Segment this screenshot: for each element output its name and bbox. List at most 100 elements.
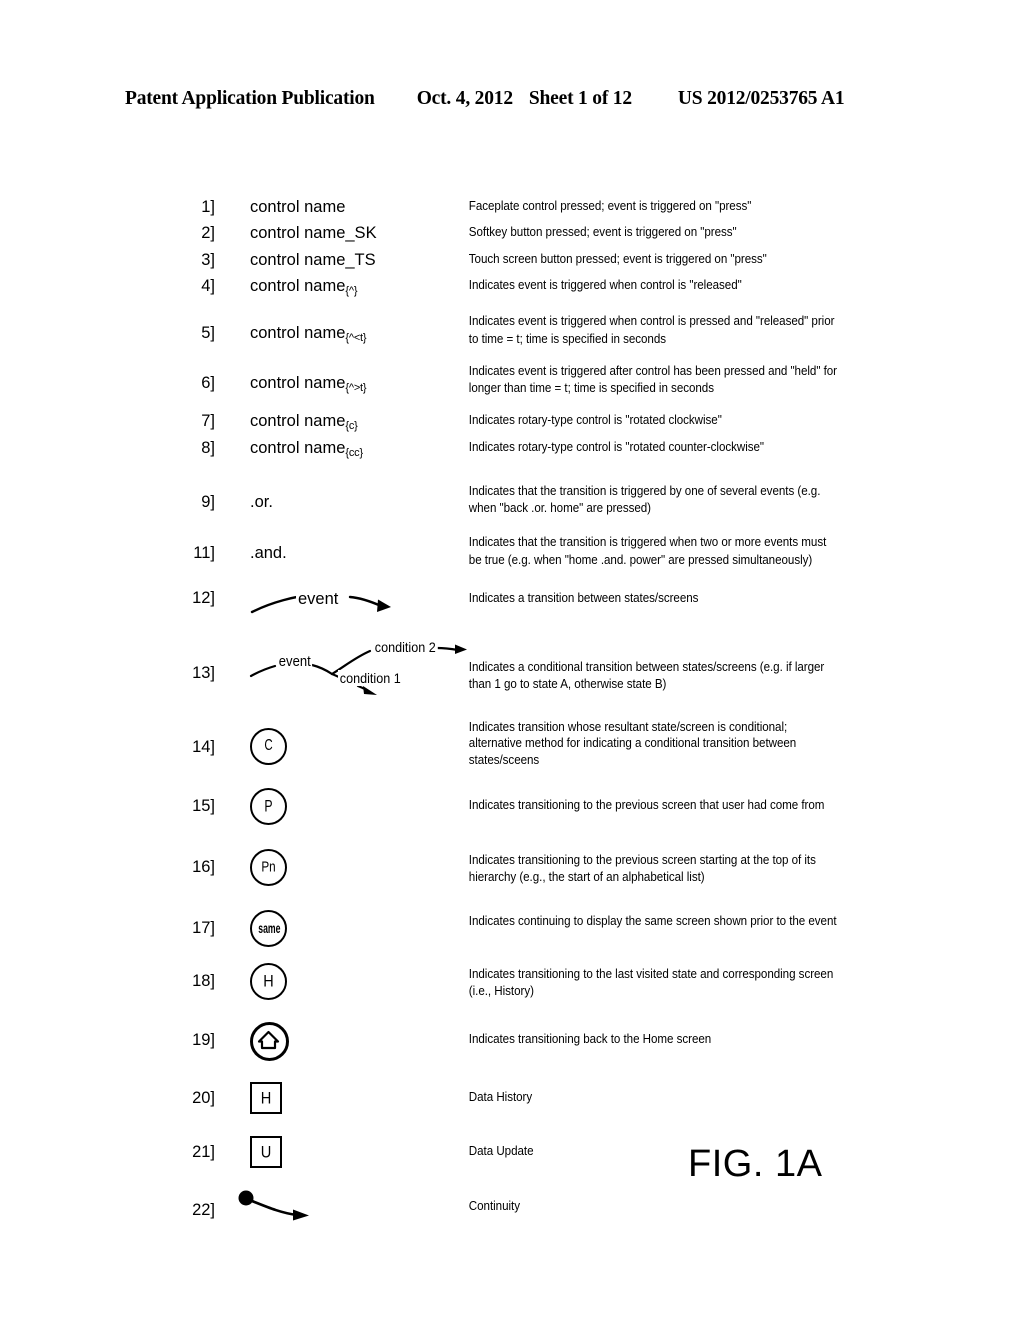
row-description: Indicates transitioning to the previous … (468, 851, 816, 884)
row-description: Indicates a transition between states/sc… (468, 589, 699, 605)
row-symbol: same (215, 909, 460, 947)
legend-row: 3] control name_TS Touch screen button p… (163, 251, 893, 270)
row-description: Indicates transitioning to the last visi… (468, 965, 834, 998)
control-name-base: control name (250, 412, 346, 431)
row-number: 22] (192, 1200, 215, 1219)
control-name-text: control name (250, 198, 346, 216)
row-symbol: event condition 1 condition 2 (215, 638, 467, 700)
row-description: Indicates transition whose resultant sta… (468, 718, 797, 768)
previous-screen-circle-icon: P (250, 787, 287, 825)
event-label: event (277, 653, 313, 671)
row-number: 20] (192, 1088, 215, 1107)
legend-table: 1] control name Faceplate control presse… (163, 198, 893, 1225)
row-number: 3] (201, 250, 215, 269)
condition-1-label: condition 1 (338, 669, 403, 687)
row-number: 15] (192, 796, 215, 815)
row-description: Indicates event is triggered after contr… (468, 362, 837, 395)
row-symbol: event (215, 586, 460, 620)
control-name-subscript: {^} (345, 285, 358, 298)
figure-label: FIG. 1A (688, 1143, 823, 1185)
legend-row: 17] same Indicates continuing to display… (163, 909, 893, 947)
row-number: 9] (201, 493, 215, 512)
circle-glyph-label: same (258, 920, 281, 937)
row-description: Indicates that the transition is trigger… (468, 534, 827, 567)
row-number: 19] (192, 1030, 215, 1049)
control-name-base: control name (250, 277, 346, 296)
legend-row: 2] control name_SK Softkey button presse… (163, 224, 893, 243)
row-description: Touch screen button pressed; event is tr… (468, 250, 767, 266)
row-symbol: U (215, 1135, 460, 1168)
page-header: Patent Application Publication Oct. 4, 2… (125, 88, 900, 110)
row-number: 16] (192, 857, 215, 876)
transition-arrow-icon: event (250, 586, 430, 620)
row-number: 7] (201, 412, 215, 431)
row-number: 6] (201, 373, 215, 392)
square-glyph-label: H (260, 1088, 272, 1108)
row-symbol: C (215, 714, 460, 765)
row-description: Indicates that the transition is trigger… (468, 483, 821, 516)
legend-row: 12] event Indicates a transition between… (163, 586, 893, 620)
control-name-text: control name_TS (250, 250, 376, 269)
row-number: 12] (192, 588, 215, 607)
header-sheet-number: Sheet 1 of 12 (528, 88, 632, 109)
row-description: Indicates transitioning back to the Home… (468, 1030, 712, 1046)
row-number: 5] (201, 324, 215, 343)
row-number: 17] (192, 918, 215, 937)
row-symbol: control name (215, 198, 460, 217)
row-symbol: control name_SK (215, 224, 460, 243)
continuity-arrow-icon (235, 1190, 345, 1225)
previous-screen-top-circle-icon: Pn (250, 848, 287, 886)
header-patent-number: US 2012/0253765 A1 (677, 88, 845, 109)
row-symbol: control name{^} (215, 277, 460, 298)
control-name-subscript: {c} (345, 420, 358, 433)
row-symbol: control name{^>t} (215, 362, 460, 395)
control-name-text: control name{c} (250, 412, 358, 433)
event-label: event (296, 589, 341, 610)
legend-row: 7] control name{c} Indicates rotary-type… (163, 412, 893, 433)
circle-glyph-label: C (264, 737, 273, 755)
history-circle-icon: H (250, 962, 287, 1000)
legend-row: 22] Continuity (163, 1190, 893, 1225)
circle-glyph-label: H (263, 971, 274, 991)
row-symbol (215, 1190, 460, 1225)
row-symbol: control name{^<t} (215, 312, 460, 345)
data-update-square-icon: U (250, 1135, 282, 1168)
conditional-state-circle-icon: C (250, 727, 287, 765)
row-symbol: .or. (215, 482, 460, 512)
row-description: Indicates rotary-type control is "rotate… (468, 439, 765, 455)
row-symbol: P (215, 787, 460, 825)
legend-row: 19] Indicates transitioning back to the … (163, 1021, 893, 1061)
legend-row: 13] event condition 1 condition 2 Indica… (163, 638, 893, 700)
row-description: Indicates event is triggered when contro… (468, 313, 835, 346)
row-number: 14] (192, 737, 215, 756)
legend-row: 1] control name Faceplate control presse… (163, 198, 893, 217)
row-number: 21] (192, 1142, 215, 1161)
row-number: 13] (192, 663, 215, 682)
row-symbol: H (215, 962, 460, 1000)
row-number: 8] (201, 439, 215, 458)
legend-row: 11] .and. Indicates that the transition … (163, 533, 893, 567)
legend-row: 18] H Indicates transitioning to the las… (163, 962, 893, 1000)
legend-row: 20] H Data History (163, 1081, 893, 1114)
circle-glyph-label: Pn (261, 858, 276, 876)
and-operator-text: .and. (250, 544, 287, 563)
control-name-base: control name (250, 373, 346, 392)
control-name-base: control name (250, 324, 346, 343)
control-name-text: control name{^>t} (250, 373, 367, 394)
same-screen-circle-icon: same (250, 909, 287, 947)
legend-row: 15] P Indicates transitioning to the pre… (163, 787, 893, 825)
conditional-transition-icon: event condition 1 condition 2 (249, 638, 485, 700)
legend-row: 16] Pn Indicates transitioning to the pr… (163, 848, 893, 886)
row-symbol: control name{c} (215, 412, 460, 433)
or-operator-text: .or. (250, 493, 273, 512)
control-name-text: control name{^<t} (250, 324, 367, 344)
header-publication-title: Patent Application Publication (125, 88, 375, 109)
row-symbol: control name_TS (215, 251, 460, 270)
control-name-text: control name{cc} (250, 439, 363, 459)
row-description: Indicates rotary-type control is "rotate… (468, 412, 722, 428)
row-number: 2] (201, 224, 215, 243)
legend-row: 6] control name{^>t} Indicates event is … (163, 362, 893, 396)
row-number: 18] (192, 971, 215, 990)
data-history-square-icon: H (250, 1081, 282, 1114)
row-number: 1] (201, 198, 215, 216)
